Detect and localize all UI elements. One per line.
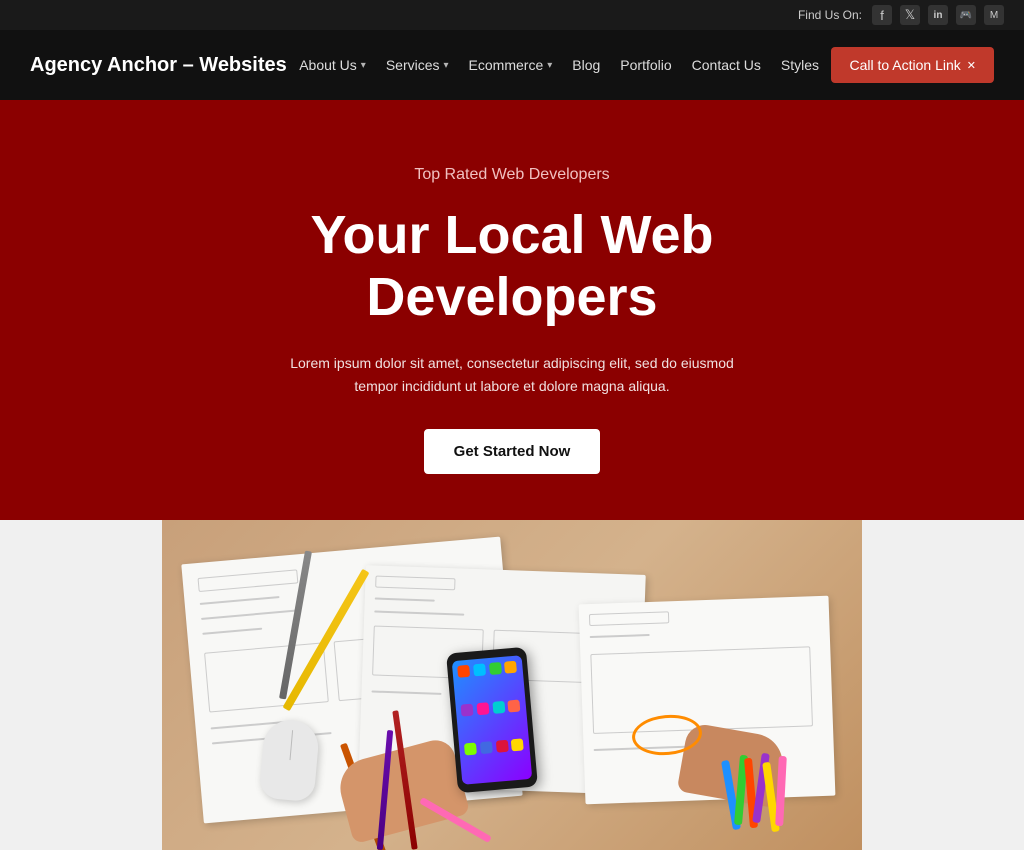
twitch-icon[interactable]: 🎮 [956, 5, 976, 25]
nav-ecommerce[interactable]: Ecommerce ▾ [469, 57, 553, 73]
nav-services[interactable]: Services ▾ [386, 57, 449, 73]
chevron-down-icon: ▾ [361, 60, 366, 71]
social-icons-container: f 𝕏 in 🎮 M [872, 5, 1004, 25]
hero-description: Lorem ipsum dolor sit amet, consectetur … [272, 352, 752, 397]
mouse-line [289, 730, 293, 760]
linkedin-icon[interactable]: in [928, 5, 948, 25]
navbar: Agency Anchor – Websites About Us ▾ Serv… [0, 30, 1024, 100]
marker-cup [722, 750, 802, 840]
phone [446, 647, 538, 793]
twitter-icon[interactable]: 𝕏 [900, 5, 920, 25]
nav-about[interactable]: About Us ▾ [299, 57, 366, 73]
nav-styles[interactable]: Styles [781, 57, 819, 73]
phone-screen [452, 655, 533, 785]
nav-blog[interactable]: Blog [572, 57, 600, 73]
top-bar: Find Us On: f 𝕏 in 🎮 M [0, 0, 1024, 30]
mastodon-icon[interactable]: M [984, 5, 1004, 25]
nav-links: About Us ▾ Services ▾ Ecommerce ▾ Blog P… [299, 57, 819, 73]
chevron-down-icon: ▾ [547, 60, 552, 71]
hero-section: Top Rated Web Developers Your Local Web … [0, 100, 1024, 520]
mouse [259, 718, 321, 802]
get-started-button[interactable]: Get Started Now [424, 429, 601, 474]
hero-image-section [0, 520, 1024, 850]
site-logo[interactable]: Agency Anchor – Websites [30, 54, 287, 77]
nav-portfolio[interactable]: Portfolio [620, 57, 671, 73]
desk-illustration [162, 520, 862, 850]
chevron-down-icon: ▾ [444, 60, 449, 71]
hero-title: Your Local Web Developers [212, 204, 812, 328]
hero-subtitle: Top Rated Web Developers [414, 166, 609, 184]
close-icon: ✕ [967, 59, 976, 72]
cta-button[interactable]: Call to Action Link ✕ [831, 47, 994, 83]
nav-contact[interactable]: Contact Us [692, 57, 761, 73]
find-us-label: Find Us On: [798, 8, 862, 22]
facebook-icon[interactable]: f [872, 5, 892, 25]
